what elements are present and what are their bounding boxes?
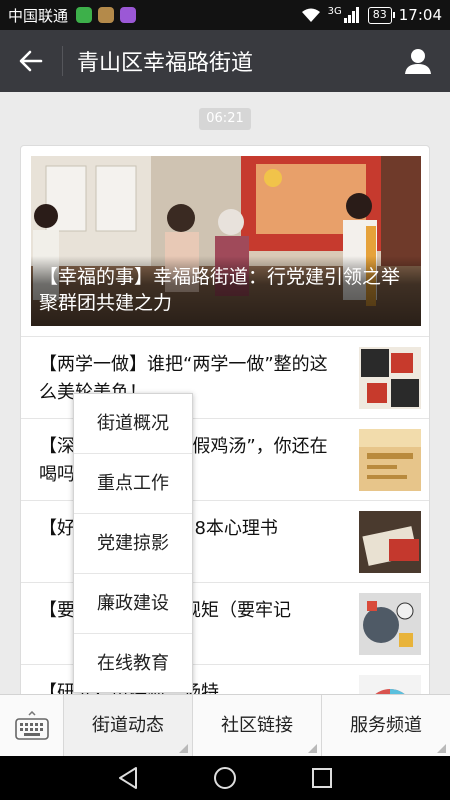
submenu-popup: 街道概况 重点工作 党建掠影 廉政建设 在线教育 — [73, 393, 193, 693]
app-header: 青山区幸福路街道 — [0, 30, 450, 92]
wechat-notification-icon — [76, 7, 93, 23]
keyboard-toggle-button[interactable] — [0, 695, 64, 757]
article-thumbnail — [359, 593, 421, 655]
network-type-label: 3G — [327, 5, 342, 17]
submenu-indicator-icon — [308, 744, 317, 753]
message-timestamp: 06:21 — [199, 108, 251, 130]
article-thumbnail — [359, 429, 421, 491]
submenu-item-key-work[interactable]: 重点工作 — [74, 454, 192, 514]
submenu-item-integrity[interactable]: 廉政建设 — [74, 574, 192, 634]
status-bar: 中国联通 3G 83 17:04 — [0, 0, 450, 30]
profile-button[interactable] — [386, 30, 450, 92]
clock-label: 17:04 — [398, 6, 442, 24]
menu-button-street-news[interactable]: 街道动态 — [64, 695, 193, 757]
app-notification-icon — [98, 7, 115, 23]
keyboard-icon — [14, 711, 49, 740]
hero-article-title: 【幸福的事】幸福路街道：行党建引领之举 聚群团共建之力 — [31, 256, 421, 326]
menu-button-label: 社区链接 — [221, 715, 293, 736]
thumbnail-image — [359, 511, 421, 573]
submenu-item-party-building[interactable]: 党建掠影 — [74, 514, 192, 574]
submenu-indicator-icon — [179, 744, 188, 753]
menu-button-community-links[interactable]: 社区链接 — [193, 695, 322, 757]
thumbnail-image — [359, 593, 421, 655]
submenu-indicator-icon — [437, 744, 446, 753]
official-account-menu-bar: 街道动态 社区链接 服务频道 — [0, 694, 450, 757]
person-icon — [405, 49, 431, 74]
article-thumbnail — [359, 347, 421, 409]
signal-icon — [343, 7, 359, 23]
square-recent-icon[interactable] — [311, 767, 333, 789]
wifi-icon — [301, 8, 320, 22]
back-button[interactable] — [0, 30, 62, 92]
carrier-label: 中国联通 — [8, 6, 69, 25]
header-divider — [62, 46, 63, 76]
circle-home-icon[interactable] — [213, 766, 237, 790]
submenu-item-street-overview[interactable]: 街道概况 — [74, 394, 192, 454]
article-thumbnail — [359, 511, 421, 573]
page-title: 青山区幸福路街道 — [77, 51, 254, 76]
system-nav-bar — [0, 756, 450, 800]
battery-indicator: 83 — [367, 6, 395, 24]
thumbnail-image — [359, 429, 421, 491]
submenu-item-online-education[interactable]: 在线教育 — [74, 634, 192, 694]
menu-button-service-channel[interactable]: 服务频道 — [322, 695, 450, 757]
hero-article[interactable]: 【幸福的事】幸福路街道：行党建引领之举 聚群团共建之力 — [31, 156, 421, 326]
triangle-back-icon[interactable] — [117, 766, 139, 790]
menu-button-label: 街道动态 — [92, 715, 164, 736]
thumbnail-image — [359, 347, 421, 409]
arrow-left-icon — [19, 50, 43, 72]
gallery-notification-icon — [120, 7, 137, 23]
menu-button-label: 服务频道 — [350, 715, 422, 736]
